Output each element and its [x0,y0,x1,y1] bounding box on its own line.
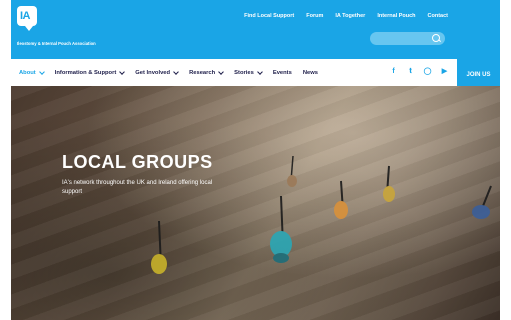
join-us-label: JOIN US [466,72,491,78]
chevron-down-icon [173,68,179,75]
nav-item-stories[interactable]: Stories [234,68,263,76]
nav-item-about-label: About [19,69,36,76]
main-nav: About Information & Support Get Involved… [11,59,500,87]
top-link-internal-pouch[interactable]: Internal Pouch [377,13,415,19]
search-icon[interactable] [432,34,440,42]
chevron-down-icon [218,68,225,75]
top-link-forum[interactable]: Forum [306,13,323,19]
twitter-icon[interactable]: 𝐭 [406,67,415,76]
nav-item-information-support-label: Information & Support [54,69,117,76]
nav-item-information-support[interactable]: Information & Support [54,68,126,76]
nav-item-get-involved[interactable]: Get Involved [135,68,179,76]
hero-title: LOCAL GROUPS [62,152,213,172]
nav-item-research-label: Research [189,69,216,76]
search-input[interactable] [370,32,445,45]
logo-speech-tail [25,26,33,31]
org-name: Ileostomy & Internal Pouch Association [17,41,96,46]
top-bar: IA Ileostomy & Internal Pouch Associatio… [11,0,500,59]
nav-item-news[interactable]: News [303,70,318,76]
nav-item-stories-label: Stories [234,69,254,76]
ia-logo[interactable]: IA [17,6,37,31]
facebook-icon[interactable]: f [389,67,398,76]
nav-item-get-involved-label: Get Involved [135,69,171,76]
youtube-icon[interactable]: ▶ [440,67,449,76]
nav-items: About Information & Support Get Involved… [19,59,318,86]
chevron-down-icon [119,68,126,75]
chevron-down-icon [38,68,45,75]
chevron-down-icon [256,68,263,75]
nav-item-events[interactable]: Events [273,70,292,76]
top-link-find-local-support[interactable]: Find Local Support [244,13,294,19]
map-pins-illustration [151,155,492,274]
nav-item-about[interactable]: About [19,68,45,76]
top-link-contact[interactable]: Contact [428,13,448,19]
nav-item-events-label: Events [272,69,292,76]
social-links: f 𝐭 ◯ ▶ [389,67,449,76]
nav-item-research[interactable]: Research [189,68,225,76]
top-links: Find Local Support Forum IA Together Int… [244,13,448,19]
top-link-ia-together[interactable]: IA Together [335,13,365,19]
nav-item-news-label: News [302,69,318,76]
instagram-icon[interactable]: ◯ [423,67,432,76]
page-frame: IA Ileostomy & Internal Pouch Associatio… [11,0,500,320]
logo-initials: IA [20,10,31,22]
hero-banner: LOCAL GROUPS IA's network throughout the… [11,86,500,320]
hero-subtitle: IA's network throughout the UK and Irela… [62,180,213,195]
